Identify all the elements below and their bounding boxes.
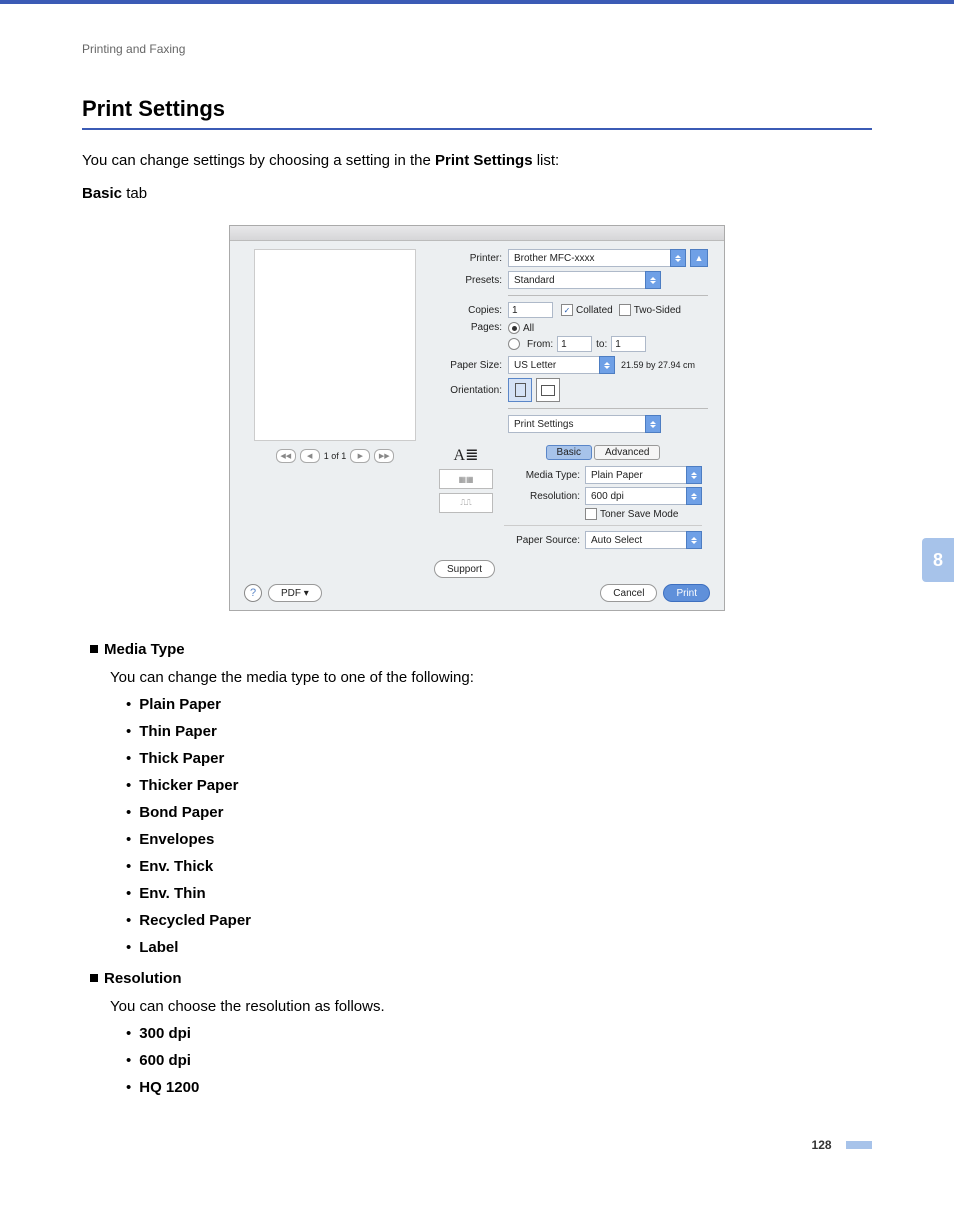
pages-all-radio[interactable] bbox=[508, 322, 520, 334]
list-item: HQ 1200 bbox=[126, 1079, 872, 1096]
pages-label: Pages: bbox=[430, 322, 502, 333]
mediatype-label: Media Type: bbox=[504, 470, 580, 481]
resolution-select[interactable]: 600 dpi bbox=[585, 487, 702, 505]
list-item: Plain Paper bbox=[126, 696, 872, 713]
intro-text: You can change settings by choosing a se… bbox=[82, 150, 872, 173]
collapse-icon[interactable]: ▲ bbox=[690, 249, 708, 267]
dropdown-arrow-icon bbox=[645, 415, 661, 433]
print-dialog: ◀◀ ◀ 1 of 1 ▶ ▶▶ Printer: Brother MFC-xx… bbox=[229, 225, 725, 611]
cancel-button[interactable]: Cancel bbox=[600, 584, 657, 602]
sample-graphic-icon: A≣ bbox=[454, 445, 479, 465]
papersource-label: Paper Source: bbox=[504, 535, 580, 546]
dropdown-arrow-icon bbox=[670, 249, 686, 267]
printer-select[interactable]: Brother MFC-xxxx bbox=[508, 249, 686, 267]
nav-last-icon[interactable]: ▶▶ bbox=[374, 449, 394, 463]
section-desc: You can choose the resolution as follows… bbox=[110, 998, 872, 1015]
list-item: Thicker Paper bbox=[126, 777, 872, 794]
papersize-select[interactable]: US Letter bbox=[508, 356, 615, 374]
option-list: Plain Paper Thin Paper Thick Paper Thicker … bbox=[126, 696, 872, 956]
tab-label: Basic tab bbox=[82, 183, 872, 206]
collated-checkbox[interactable]: ✓ bbox=[561, 304, 573, 316]
printer-label: Printer: bbox=[430, 253, 502, 264]
list-item: Env. Thick bbox=[126, 858, 872, 875]
list-item: Bond Paper bbox=[126, 804, 872, 821]
page-indicator: 1 of 1 bbox=[324, 451, 347, 461]
papersize-dimensions: 21.59 by 27.94 cm bbox=[621, 360, 695, 370]
nav-first-icon[interactable]: ◀◀ bbox=[276, 449, 296, 463]
collated-label: Collated bbox=[576, 305, 613, 316]
list-item: 600 dpi bbox=[126, 1052, 872, 1069]
dropdown-arrow-icon bbox=[686, 487, 702, 505]
help-icon[interactable]: ? bbox=[244, 584, 262, 602]
orientation-landscape-icon[interactable] bbox=[536, 378, 560, 402]
list-item: Label bbox=[126, 939, 872, 956]
pdf-button[interactable]: PDF ▾ bbox=[268, 584, 322, 602]
orientation-portrait-icon[interactable] bbox=[508, 378, 532, 402]
page-number: 128 bbox=[812, 1138, 838, 1152]
dropdown-arrow-icon bbox=[686, 531, 702, 549]
list-item: Recycled Paper bbox=[126, 912, 872, 929]
dropdown-arrow-icon bbox=[686, 466, 702, 484]
breadcrumb: Printing and Faxing bbox=[82, 42, 872, 56]
tab-advanced[interactable]: Advanced bbox=[594, 445, 660, 460]
print-preview bbox=[254, 249, 416, 441]
section: Resolution You can choose the resolution … bbox=[90, 970, 872, 1096]
presets-select[interactable]: Standard bbox=[508, 271, 661, 289]
twosided-label: Two-Sided bbox=[634, 305, 681, 316]
support-button[interactable]: Support bbox=[434, 560, 495, 578]
section-title: Media Type bbox=[90, 641, 872, 659]
nav-prev-icon[interactable]: ◀ bbox=[300, 449, 320, 463]
pages-from-input[interactable]: 1 bbox=[557, 336, 592, 352]
resolution-label: Resolution: bbox=[504, 491, 580, 502]
nav-next-icon[interactable]: ▶ bbox=[350, 449, 370, 463]
section-title: Resolution bbox=[90, 970, 872, 988]
list-item: 300 dpi bbox=[126, 1025, 872, 1042]
dropdown-arrow-icon bbox=[645, 271, 661, 289]
section-desc: You can change the media type to one of … bbox=[110, 669, 872, 686]
papersize-label: Paper Size: bbox=[430, 360, 502, 371]
tonersave-checkbox[interactable] bbox=[585, 508, 597, 520]
list-item: Thick Paper bbox=[126, 750, 872, 767]
page-title: Print Settings bbox=[82, 96, 872, 122]
list-item: Envelopes bbox=[126, 831, 872, 848]
section: Media Type You can change the media type … bbox=[90, 641, 872, 956]
papersource-select[interactable]: Auto Select bbox=[585, 531, 702, 549]
pages-from-radio[interactable] bbox=[508, 338, 520, 350]
sample-grid-icon: ▦▦ bbox=[439, 469, 493, 489]
sample-chart-icon: ⎍⎍ bbox=[439, 493, 493, 513]
pages-from-label: From: bbox=[527, 339, 553, 350]
list-item: Env. Thin bbox=[126, 885, 872, 902]
tonersave-label: Toner Save Mode bbox=[600, 509, 678, 520]
pages-to-label: to: bbox=[596, 339, 607, 350]
copies-input[interactable]: 1 bbox=[508, 302, 553, 318]
chapter-tab: 8 bbox=[922, 538, 954, 582]
list-item: Thin Paper bbox=[126, 723, 872, 740]
copies-label: Copies: bbox=[430, 305, 502, 316]
twosided-checkbox[interactable] bbox=[619, 304, 631, 316]
panel-select[interactable]: Print Settings bbox=[508, 415, 661, 433]
presets-label: Presets: bbox=[430, 275, 502, 286]
orientation-label: Orientation: bbox=[430, 385, 502, 396]
dropdown-arrow-icon bbox=[599, 356, 615, 374]
pages-all-label: All bbox=[523, 323, 534, 334]
dialog-titlebar bbox=[230, 226, 724, 241]
mediatype-select[interactable]: Plain Paper bbox=[585, 466, 702, 484]
option-list: 300 dpi 600 dpi HQ 1200 bbox=[126, 1025, 872, 1096]
tab-basic[interactable]: Basic bbox=[546, 445, 592, 460]
pages-to-input[interactable]: 1 bbox=[611, 336, 646, 352]
print-button[interactable]: Print bbox=[663, 584, 710, 602]
